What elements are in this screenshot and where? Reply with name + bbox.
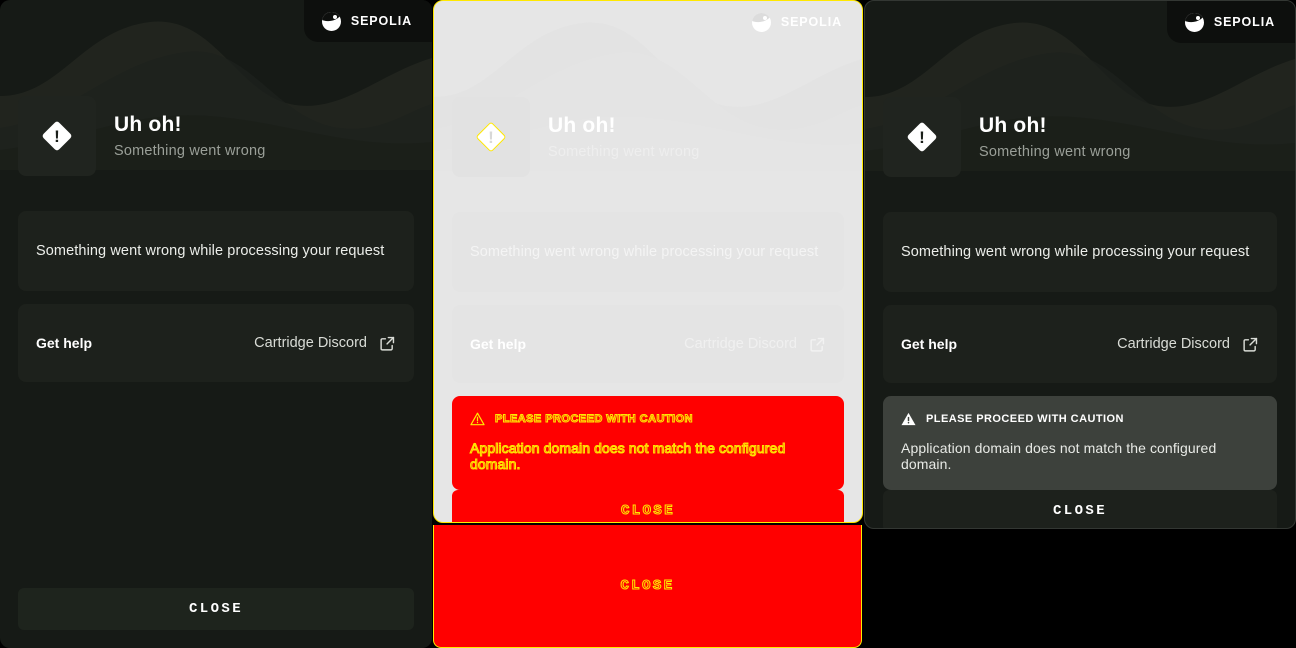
cartridge-logo-icon: [751, 12, 771, 32]
screenshot-stage: SEPOLIA ! Uh oh! Something went wrong So…: [0, 0, 1296, 648]
cartridge-logo-icon: [1184, 12, 1204, 32]
error-diamond-icon: !: [41, 120, 73, 152]
network-badge[interactable]: SEPOLIA: [303, 0, 432, 42]
panel-body: Something went wrong while processing yo…: [0, 211, 432, 382]
panel-body: Something went wrong while processing yo…: [434, 212, 862, 490]
get-help-card[interactable]: Get help Cartridge Discord: [452, 305, 844, 383]
error-diamond-icon: !: [906, 121, 938, 153]
get-help-label: Get help: [901, 336, 958, 352]
cartridge-discord-link[interactable]: Cartridge Discord: [254, 335, 367, 351]
error-diamond-icon: !: [475, 121, 507, 153]
error-icon-container: !: [452, 97, 530, 177]
get-help-label: Get help: [36, 335, 93, 351]
error-header: ! Uh oh! Something went wrong: [434, 97, 862, 177]
panel-body: Something went wrong while processing yo…: [865, 212, 1295, 490]
error-panel-dark: SEPOLIA ! Uh oh! Something went wrong So…: [0, 0, 432, 648]
network-badge[interactable]: SEPOLIA: [1166, 1, 1295, 43]
page-title: Uh oh!: [548, 114, 616, 137]
page-subtitle: Something went wrong: [114, 143, 266, 159]
flex-spacer: [0, 382, 432, 588]
error-message-text: Something went wrong while processing yo…: [36, 243, 385, 259]
caution-title: PLEASE PROCEED WITH CAUTION: [495, 413, 693, 426]
cartridge-logo-icon: [321, 11, 341, 31]
get-help-card[interactable]: Get help Cartridge Discord: [18, 304, 414, 382]
page-subtitle: Something went wrong: [548, 144, 700, 160]
caution-text: Application domain does not match the co…: [901, 440, 1217, 472]
warning-triangle-icon: [901, 412, 916, 426]
error-header: ! Uh oh! Something went wrong: [865, 97, 1295, 177]
caution-text: Application domain does not match the co…: [470, 440, 786, 473]
page-title: Uh oh!: [114, 113, 182, 136]
warning-triangle-icon: [470, 412, 485, 426]
external-link-icon[interactable]: [1242, 336, 1259, 353]
cartridge-discord-link[interactable]: Cartridge Discord: [1117, 336, 1230, 352]
error-message-card: Something went wrong while processing yo…: [883, 212, 1277, 292]
close-button[interactable]: CLOSE: [452, 490, 844, 522]
error-message-text: Something went wrong while processing yo…: [470, 244, 819, 260]
external-link-icon[interactable]: [809, 336, 826, 353]
get-help-label: Get help: [470, 336, 527, 352]
error-header: ! Uh oh! Something went wrong: [0, 96, 432, 176]
external-link-icon[interactable]: [379, 335, 396, 352]
error-icon-container: !: [18, 96, 96, 176]
close-button[interactable]: CLOSE: [18, 588, 414, 630]
error-panel-forced-colors: SEPOLIA ! Uh oh! Something went wrong So…: [433, 0, 863, 523]
close-button[interactable]: CLOSE: [883, 490, 1277, 528]
caution-box: PLEASE PROCEED WITH CAUTION Application …: [883, 396, 1277, 490]
page-title: Uh oh!: [979, 114, 1047, 137]
network-badge[interactable]: SEPOLIA: [734, 1, 862, 43]
get-help-card[interactable]: Get help Cartridge Discord: [883, 305, 1277, 383]
error-icon-container: !: [883, 97, 961, 177]
network-label: SEPOLIA: [350, 14, 412, 28]
error-message-card: Something went wrong while processing yo…: [452, 212, 844, 292]
error-panel-dark-caution: SEPOLIA ! Uh oh! Something went wrong So…: [864, 0, 1296, 529]
close-button-overflow[interactable]: CLOSE: [433, 525, 862, 648]
error-message-card: Something went wrong while processing yo…: [18, 211, 414, 291]
network-label: SEPOLIA: [780, 15, 842, 29]
network-label: SEPOLIA: [1213, 15, 1275, 29]
error-message-text: Something went wrong while processing yo…: [901, 244, 1250, 260]
page-subtitle: Something went wrong: [979, 144, 1131, 160]
caution-title: PLEASE PROCEED WITH CAUTION: [926, 413, 1124, 425]
cartridge-discord-link[interactable]: Cartridge Discord: [684, 336, 797, 352]
caution-box: PLEASE PROCEED WITH CAUTION Application …: [452, 396, 844, 490]
